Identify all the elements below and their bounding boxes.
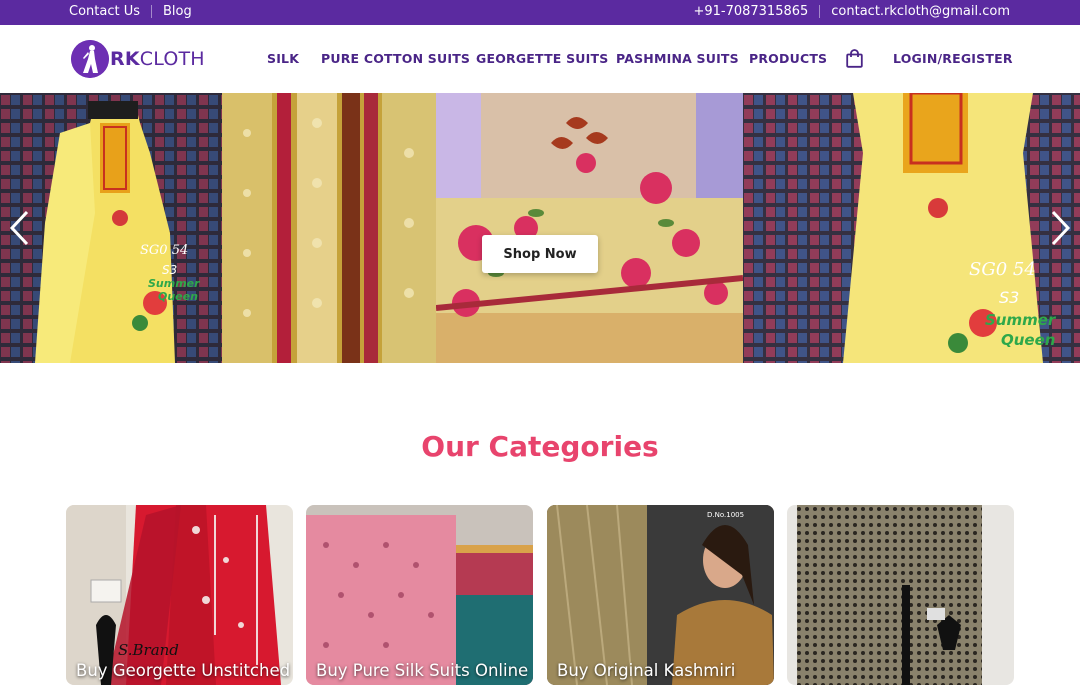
blog-link[interactable]: Blog xyxy=(163,4,192,19)
nav-item-pure-cotton-suits[interactable]: PURE COTTON SUITS xyxy=(321,51,470,66)
slide-brand-text: Summer xyxy=(148,277,200,290)
top-bar-links: Contact Us Blog xyxy=(69,4,192,19)
shop-now-button[interactable]: Shop Now xyxy=(482,235,598,273)
slide-brand-text: Queen xyxy=(1001,331,1056,349)
contact-us-link[interactable]: Contact Us xyxy=(69,4,140,19)
slide-sub-text: S3 xyxy=(162,263,178,277)
nav-item-silk[interactable]: SILK xyxy=(267,51,299,66)
categories-heading: Our Categories xyxy=(421,430,659,463)
card-watermark-text: S.Brand xyxy=(118,641,179,659)
hero-slide-image-embroidered-fabric xyxy=(222,93,436,363)
phone-link[interactable]: +91-7087315865 xyxy=(693,4,808,19)
category-card-silk[interactable]: Buy Pure Silk Suits Online xyxy=(306,505,533,685)
category-cards: S.Brand Buy Georgette Unstitched Buy Pur… xyxy=(66,505,1014,685)
top-bar-divider xyxy=(819,5,821,18)
chevron-left-icon[interactable] xyxy=(8,210,32,246)
hero-carousel: SG0 54 S3 Summer Queen SG0 54 S3 Summer … xyxy=(0,93,1080,363)
slide-sub-text: S3 xyxy=(999,288,1020,307)
category-card-kashmiri[interactable]: D.No.1005 Buy Original Kashmiri xyxy=(547,505,774,685)
top-bar-contact: +91-7087315865 contact.rkcloth@gmail.com xyxy=(693,4,1010,19)
top-bar: Contact Us Blog +91-7087315865 contact.r… xyxy=(0,0,1080,25)
slide-code-text: SG0 54 xyxy=(969,259,1036,280)
chevron-right-icon[interactable] xyxy=(1048,210,1072,246)
category-card-label: Buy Georgette Unstitched xyxy=(76,661,291,680)
category-card-printed-suits[interactable] xyxy=(787,505,1014,685)
card-tag-text: D.No.1005 xyxy=(707,511,745,519)
site-header: RKCLOTH SILK PURE COTTON SUITS GEORGETTE… xyxy=(0,25,1080,93)
slide-brand-text: Summer xyxy=(985,311,1056,329)
main-nav: SILK PURE COTTON SUITS GEORGETTE SUITS P… xyxy=(0,25,1080,93)
nav-item-products[interactable]: PRODUCTS xyxy=(749,51,827,66)
category-card-label: Buy Original Kashmiri xyxy=(557,661,736,680)
login-register-link[interactable]: LOGIN/REGISTER xyxy=(893,51,1013,66)
email-link[interactable]: contact.rkcloth@gmail.com xyxy=(831,4,1010,19)
shopping-bag-icon[interactable] xyxy=(846,49,863,68)
category-card-label: Buy Pure Silk Suits Online xyxy=(316,661,529,680)
category-card-georgette[interactable]: S.Brand Buy Georgette Unstitched xyxy=(66,505,293,685)
top-bar-divider xyxy=(151,5,152,18)
hero-slide-image-yellow-suit: SG0 54 S3 Summer Queen xyxy=(0,93,222,363)
nav-item-pashmina-suits[interactable]: PASHMINA SUITS xyxy=(616,51,739,66)
hero-slide-image-floral-fabric xyxy=(436,93,743,363)
nav-item-georgette-suits[interactable]: GEORGETTE SUITS xyxy=(476,51,608,66)
slide-code-text: SG0 54 xyxy=(140,243,189,258)
slide-brand-text: Queen xyxy=(158,290,198,303)
hero-slide-image-yellow-suit-closeup: SG0 54 S3 Summer Queen xyxy=(743,93,1080,363)
